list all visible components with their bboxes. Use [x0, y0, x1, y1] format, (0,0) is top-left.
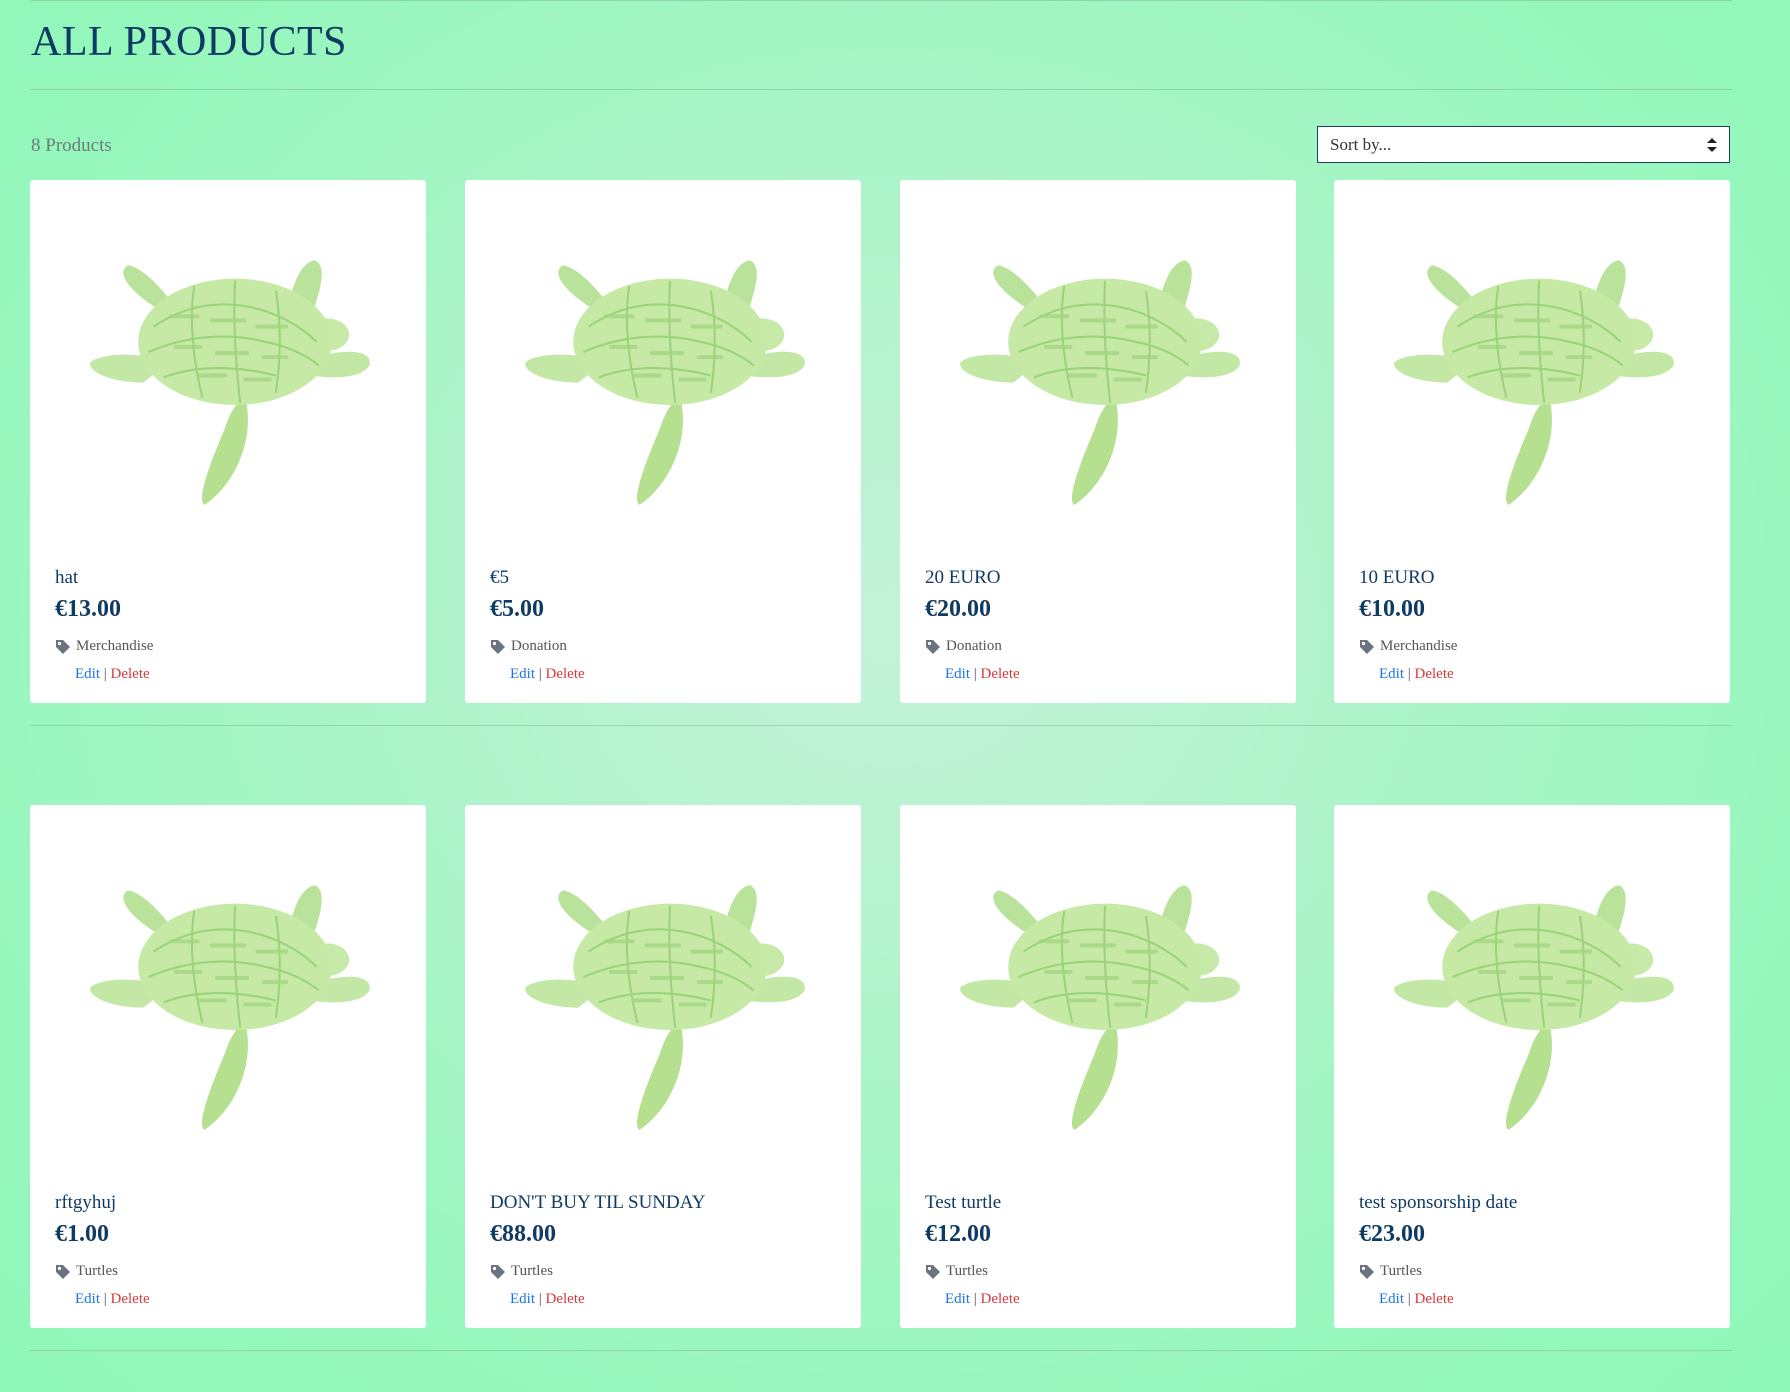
product-category[interactable]: Merchandise	[1359, 638, 1457, 655]
product-image[interactable]	[510, 870, 820, 1135]
edit-link[interactable]: Edit	[510, 666, 535, 682]
category-label: Donation	[511, 638, 567, 654]
product-category[interactable]: Donation	[925, 638, 1002, 655]
action-separator: |	[973, 1291, 977, 1307]
edit-link[interactable]: Edit	[75, 1291, 100, 1307]
product-price: €20.00	[925, 596, 991, 622]
sort-select[interactable]: Sort by...	[1317, 126, 1730, 163]
edit-link[interactable]: Edit	[945, 1291, 970, 1307]
product-category[interactable]: Turtles	[1359, 1263, 1422, 1280]
product-card[interactable]: Test turtle €12.00 Turtles Edit | Delete	[900, 805, 1296, 1328]
product-category[interactable]: Turtles	[490, 1263, 553, 1280]
sort-select-value: Sort by...	[1330, 135, 1392, 154]
product-image[interactable]	[510, 245, 820, 510]
product-actions: Edit | Delete	[945, 1291, 1020, 1308]
product-category[interactable]: Merchandise	[55, 638, 153, 655]
delete-link[interactable]: Delete	[1415, 666, 1454, 682]
product-name[interactable]: €5	[490, 567, 509, 589]
product-name[interactable]: Test turtle	[925, 1192, 1001, 1214]
delete-link[interactable]: Delete	[1415, 1291, 1454, 1307]
product-actions: Edit | Delete	[75, 1291, 150, 1308]
tag-icon	[56, 639, 70, 654]
product-card[interactable]: 20 EURO €20.00 Donation Edit | Delete	[900, 180, 1296, 703]
edit-link[interactable]: Edit	[945, 666, 970, 682]
tag-icon	[491, 1264, 505, 1279]
product-name[interactable]: test sponsorship date	[1359, 1192, 1517, 1214]
category-label: Donation	[946, 638, 1002, 654]
product-actions: Edit | Delete	[1379, 1291, 1454, 1308]
delete-link[interactable]: Delete	[546, 666, 585, 682]
delete-link[interactable]: Delete	[111, 1291, 150, 1307]
product-name[interactable]: 10 EURO	[1359, 567, 1434, 589]
product-card[interactable]: rftgyhuj €1.00 Turtles Edit | Delete	[30, 805, 426, 1328]
product-card[interactable]: 10 EURO €10.00 Merchandise Edit | Delete	[1334, 180, 1730, 703]
action-separator: |	[103, 1291, 107, 1307]
product-name[interactable]: DON'T BUY TIL SUNDAY	[490, 1192, 705, 1214]
category-label: Merchandise	[1380, 638, 1458, 654]
category-label: Turtles	[511, 1263, 553, 1279]
category-label: Turtles	[1380, 1263, 1422, 1279]
edit-link[interactable]: Edit	[75, 666, 100, 682]
product-image[interactable]	[1379, 870, 1689, 1135]
delete-link[interactable]: Delete	[546, 1291, 585, 1307]
product-actions: Edit | Delete	[945, 666, 1020, 683]
product-category[interactable]: Donation	[490, 638, 567, 655]
product-card[interactable]: test sponsorship date €23.00 Turtles Edi…	[1334, 805, 1730, 1328]
category-label: Turtles	[946, 1263, 988, 1279]
product-actions: Edit | Delete	[510, 1291, 585, 1308]
action-separator: |	[538, 1291, 542, 1307]
delete-link[interactable]: Delete	[981, 666, 1020, 682]
edit-link[interactable]: Edit	[510, 1291, 535, 1307]
product-image[interactable]	[75, 870, 385, 1135]
product-image[interactable]	[1379, 245, 1689, 510]
sort-arrows-icon	[1707, 138, 1717, 152]
edit-link[interactable]: Edit	[1379, 666, 1404, 682]
tag-icon	[56, 1264, 70, 1279]
bottom-divider	[30, 1350, 1732, 1351]
delete-link[interactable]: Delete	[981, 1291, 1020, 1307]
tag-icon	[926, 1264, 940, 1279]
product-price: €88.00	[490, 1221, 556, 1247]
product-price: €12.00	[925, 1221, 991, 1247]
product-price: €10.00	[1359, 596, 1425, 622]
product-price: €5.00	[490, 596, 544, 622]
row-divider	[30, 725, 1732, 726]
top-divider	[30, 0, 1732, 1]
product-price: €1.00	[55, 1221, 109, 1247]
product-category[interactable]: Turtles	[55, 1263, 118, 1280]
page-title: ALL PRODUCTS	[31, 19, 347, 65]
product-image[interactable]	[945, 870, 1255, 1135]
product-actions: Edit | Delete	[1379, 666, 1454, 683]
product-name[interactable]: rftgyhuj	[55, 1192, 116, 1214]
action-separator: |	[103, 666, 107, 682]
tag-icon	[491, 639, 505, 654]
tag-icon	[926, 639, 940, 654]
delete-link[interactable]: Delete	[111, 666, 150, 682]
action-separator: |	[538, 666, 542, 682]
tag-icon	[1360, 1264, 1374, 1279]
title-divider	[30, 89, 1732, 90]
action-separator: |	[1407, 666, 1411, 682]
product-image[interactable]	[75, 245, 385, 510]
tag-icon	[1360, 639, 1374, 654]
product-price: €23.00	[1359, 1221, 1425, 1247]
edit-link[interactable]: Edit	[1379, 1291, 1404, 1307]
product-count: 8 Products	[31, 135, 112, 156]
product-card[interactable]: DON'T BUY TIL SUNDAY €88.00 Turtles Edit…	[465, 805, 861, 1328]
product-card[interactable]: €5 €5.00 Donation Edit | Delete	[465, 180, 861, 703]
product-price: €13.00	[55, 596, 121, 622]
product-category[interactable]: Turtles	[925, 1263, 988, 1280]
page: ALL PRODUCTS 8 Products Sort by... hat €…	[0, 0, 1790, 1392]
product-image[interactable]	[945, 245, 1255, 510]
product-name[interactable]: 20 EURO	[925, 567, 1000, 589]
product-actions: Edit | Delete	[510, 666, 585, 683]
product-card[interactable]: hat €13.00 Merchandise Edit | Delete	[30, 180, 426, 703]
action-separator: |	[1407, 1291, 1411, 1307]
action-separator: |	[973, 666, 977, 682]
category-label: Turtles	[76, 1263, 118, 1279]
product-name[interactable]: hat	[55, 567, 78, 589]
category-label: Merchandise	[76, 638, 154, 654]
product-actions: Edit | Delete	[75, 666, 150, 683]
